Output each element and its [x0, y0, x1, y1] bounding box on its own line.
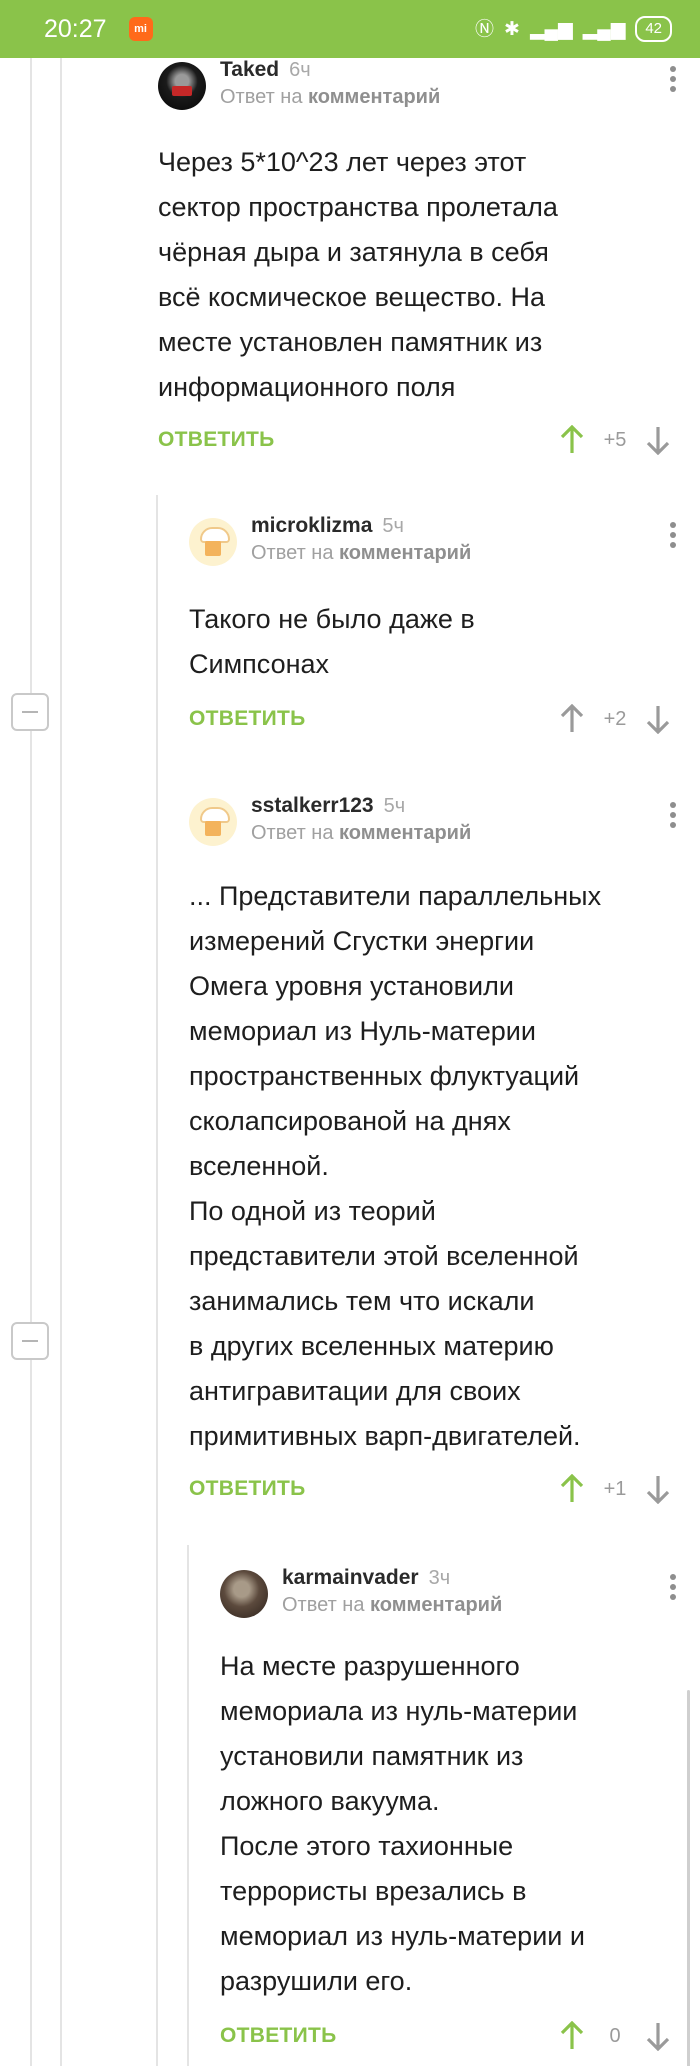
comment-time: 5ч	[383, 795, 406, 817]
comment-score: 0	[609, 2024, 621, 2047]
reply-to-prefix: Ответ на	[251, 822, 334, 844]
comment-score: +2	[603, 707, 627, 730]
more-options-icon[interactable]	[668, 794, 678, 828]
reply-to-target[interactable]: комментарий	[308, 86, 440, 108]
status-icons: Ⓝ ✱ ▂▄▆ ▂▄▆ 42	[475, 16, 672, 42]
downvote-icon[interactable]	[638, 2016, 678, 2056]
comment: sstalkerr123 5ч Ответ на комментарий ...…	[189, 794, 678, 1513]
collapse-thread-button[interactable]	[11, 693, 49, 731]
comment-text: ... Представители параллельных измерений…	[189, 881, 602, 1451]
comment-author[interactable]: sstalkerr123	[251, 794, 374, 818]
minus-icon	[22, 711, 38, 713]
avatar[interactable]	[189, 798, 237, 846]
collapse-thread-button[interactable]	[11, 1322, 49, 1360]
comment-author[interactable]: karmainvader	[282, 1566, 419, 1590]
bluetooth-icon: ✱	[504, 18, 520, 40]
reply-button[interactable]: ОТВЕТИТЬ	[220, 2024, 337, 2048]
vote-controls: +1	[552, 1469, 678, 1509]
more-options-icon[interactable]	[668, 514, 678, 548]
comment: Taked 6ч Ответ на комментарий Через 5*10…	[158, 58, 678, 464]
downvote-icon[interactable]	[638, 1469, 678, 1509]
upvote-icon[interactable]	[552, 420, 592, 460]
reply-to-prefix: Ответ на	[251, 542, 334, 564]
thread-line	[156, 495, 158, 2066]
comment-meta: sstalkerr123 5ч Ответ на комментарий	[251, 794, 471, 845]
upvote-icon[interactable]	[552, 2016, 592, 2056]
nfc-icon: Ⓝ	[475, 18, 495, 40]
reply-button[interactable]: ОТВЕТИТЬ	[158, 428, 275, 452]
comment: karmainvader 3ч Ответ на комментарий На …	[220, 1566, 678, 2060]
comment-actions: ОТВЕТИТЬ +5	[158, 416, 678, 464]
upvote-icon[interactable]	[552, 699, 592, 739]
comment-author[interactable]: Taked	[220, 58, 279, 82]
more-options-icon[interactable]	[668, 1566, 678, 1600]
comment-author[interactable]: microklizma	[251, 514, 372, 538]
comment-time: 6ч	[289, 59, 311, 81]
comment-time: 3ч	[428, 1567, 451, 1589]
reply-to-info[interactable]: Ответ на комментарий	[251, 822, 471, 845]
signal-hplus-icon: ▂▄▆	[582, 18, 626, 40]
comment-time: 5ч	[382, 515, 404, 537]
reply-button[interactable]: ОТВЕТИТЬ	[189, 1477, 306, 1501]
upvote-icon[interactable]	[552, 1469, 592, 1509]
battery-icon: 42	[635, 16, 672, 42]
scrollbar[interactable]	[687, 1690, 690, 2066]
status-time: 20:27	[44, 14, 107, 43]
comment-text: На месте разрушенного мемориала из нуль-…	[220, 1651, 585, 1996]
avatar[interactable]	[189, 518, 237, 566]
comment-score: +1	[603, 1477, 627, 1500]
more-options-icon[interactable]	[668, 58, 678, 92]
comment-header: karmainvader 3ч Ответ на комментарий	[220, 1566, 678, 1628]
reply-to-info[interactable]: Ответ на комментарий	[220, 86, 440, 109]
comment-text: Через 5*10^23 лет через этот сектор прос…	[158, 147, 558, 402]
reply-to-target[interactable]: комментарий	[370, 1594, 502, 1616]
comment-actions: ОТВЕТИТЬ +2	[189, 695, 678, 743]
comment-header: sstalkerr123 5ч Ответ на комментарий	[189, 794, 678, 856]
comment-text: Такого не было даже в Симпсонах	[189, 604, 475, 679]
comment-actions: ОТВЕТИТЬ 0	[220, 2012, 678, 2060]
comment: microklizma 5ч Ответ на комментарий Тако…	[189, 514, 678, 743]
reply-to-info[interactable]: Ответ на комментарий	[251, 542, 471, 565]
thread-line	[30, 58, 32, 2066]
reply-to-target[interactable]: комментарий	[339, 822, 471, 844]
thread-line	[187, 1545, 189, 2066]
comment-meta: karmainvader 3ч Ответ на комментарий	[282, 1566, 502, 1617]
signal-icon: ▂▄▆	[529, 18, 573, 40]
comment-meta: microklizma 5ч Ответ на комментарий	[251, 514, 471, 565]
comment-score: +5	[603, 428, 627, 451]
downvote-icon[interactable]	[638, 699, 678, 739]
avatar[interactable]	[220, 1570, 268, 1618]
vote-controls: 0	[552, 2016, 678, 2056]
minus-icon	[22, 1340, 38, 1342]
comment-actions: ОТВЕТИТЬ +1	[189, 1465, 678, 1513]
status-bar: 20:27 mi Ⓝ ✱ ▂▄▆ ▂▄▆ 42	[0, 0, 700, 58]
reply-to-prefix: Ответ на	[282, 1594, 365, 1616]
comment-header: microklizma 5ч Ответ на комментарий	[189, 514, 678, 576]
mi-icon: mi	[128, 17, 153, 41]
reply-to-target[interactable]: комментарий	[339, 542, 471, 564]
avatar[interactable]	[158, 62, 206, 110]
vote-controls: +5	[552, 420, 678, 460]
thread-line	[60, 58, 62, 2066]
reply-button[interactable]: ОТВЕТИТЬ	[189, 707, 306, 731]
vote-controls: +2	[552, 699, 678, 739]
comment-meta: Taked 6ч Ответ на комментарий	[220, 58, 440, 109]
comment-header: Taked 6ч Ответ на комментарий	[158, 58, 678, 120]
reply-to-prefix: Ответ на	[220, 86, 303, 108]
reply-to-info[interactable]: Ответ на комментарий	[282, 1594, 502, 1617]
downvote-icon[interactable]	[638, 420, 678, 460]
